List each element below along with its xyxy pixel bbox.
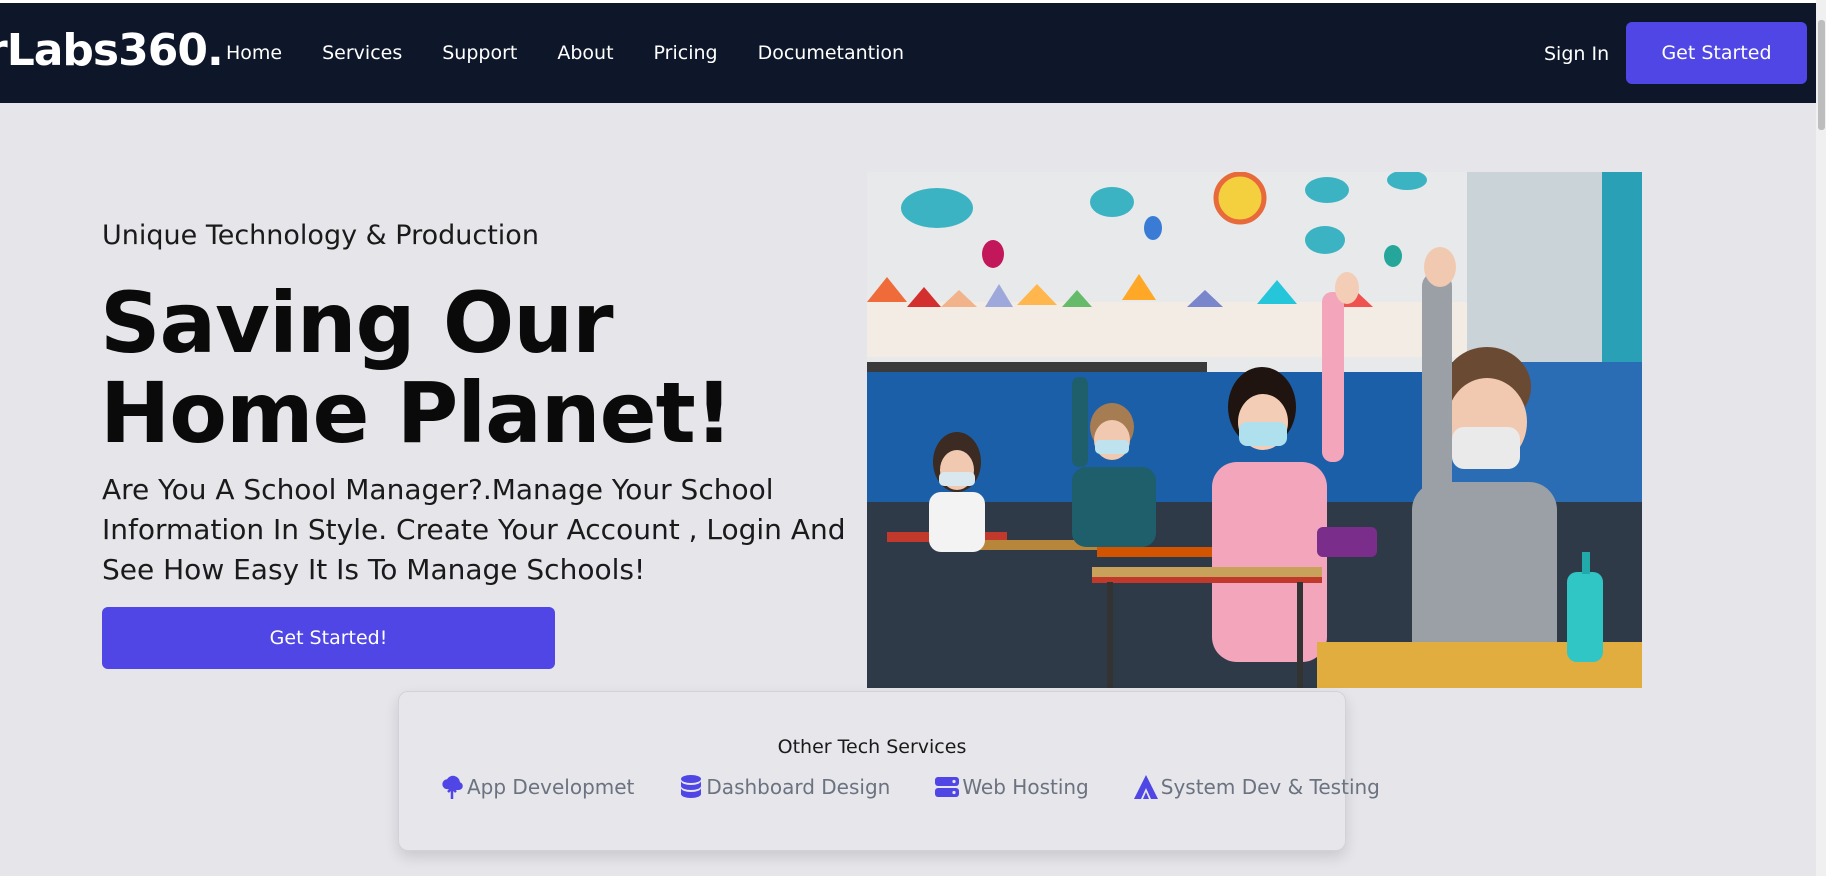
nav-link-home[interactable]: Home [226,42,282,64]
get-started-hero-button[interactable]: Get Started! [102,607,555,669]
service-label: App Developmet [467,775,635,799]
service-web-hosting[interactable]: Web Hosting [934,774,1089,800]
hero-eyebrow: Unique Technology & Production [102,220,539,251]
service-system-dev-testing[interactable]: System Dev & Testing [1133,774,1380,800]
nav-link-about[interactable]: About [557,42,613,64]
page-scrollbar[interactable] [1816,0,1826,876]
service-dashboard-design[interactable]: Dashboard Design [678,774,890,800]
service-label: Dashboard Design [706,775,891,799]
scrollbar-thumb[interactable] [1818,20,1825,130]
database-icon [678,774,704,800]
nav-links: Home Services Support About Pricing Docu… [226,3,944,103]
hero-classroom-photo [867,172,1642,688]
nav-link-support[interactable]: Support [442,42,517,64]
sign-in-link[interactable]: Sign In [1544,43,1609,65]
service-app-development[interactable]: App Developmet [439,774,634,800]
navbar: rLabs360. Home Services Support About Pr… [0,3,1816,103]
get-started-nav-button[interactable]: Get Started [1626,22,1807,84]
hero-lead-text: Are You A School Manager?.Manage Your Sc… [102,473,846,586]
server-icon [934,774,960,800]
nav-link-documentation[interactable]: Documetantion [758,42,904,64]
other-services-card: Other Tech Services App Developmet Dashb… [398,691,1380,851]
nav-link-services[interactable]: Services [322,42,402,64]
triangle-a-icon [1133,774,1159,800]
services-title: Other Tech Services [777,736,967,758]
services-list: App Developmet Dashboard Design Web Host… [439,774,1424,800]
cloud-upload-icon [439,774,465,800]
service-label: Web Hosting [962,775,1089,799]
service-label: System Dev & Testing [1160,775,1380,799]
logo[interactable]: rLabs360. [0,25,224,76]
hero-headline: Saving Our Home Planet! [100,274,733,462]
nav-link-pricing[interactable]: Pricing [654,42,718,64]
